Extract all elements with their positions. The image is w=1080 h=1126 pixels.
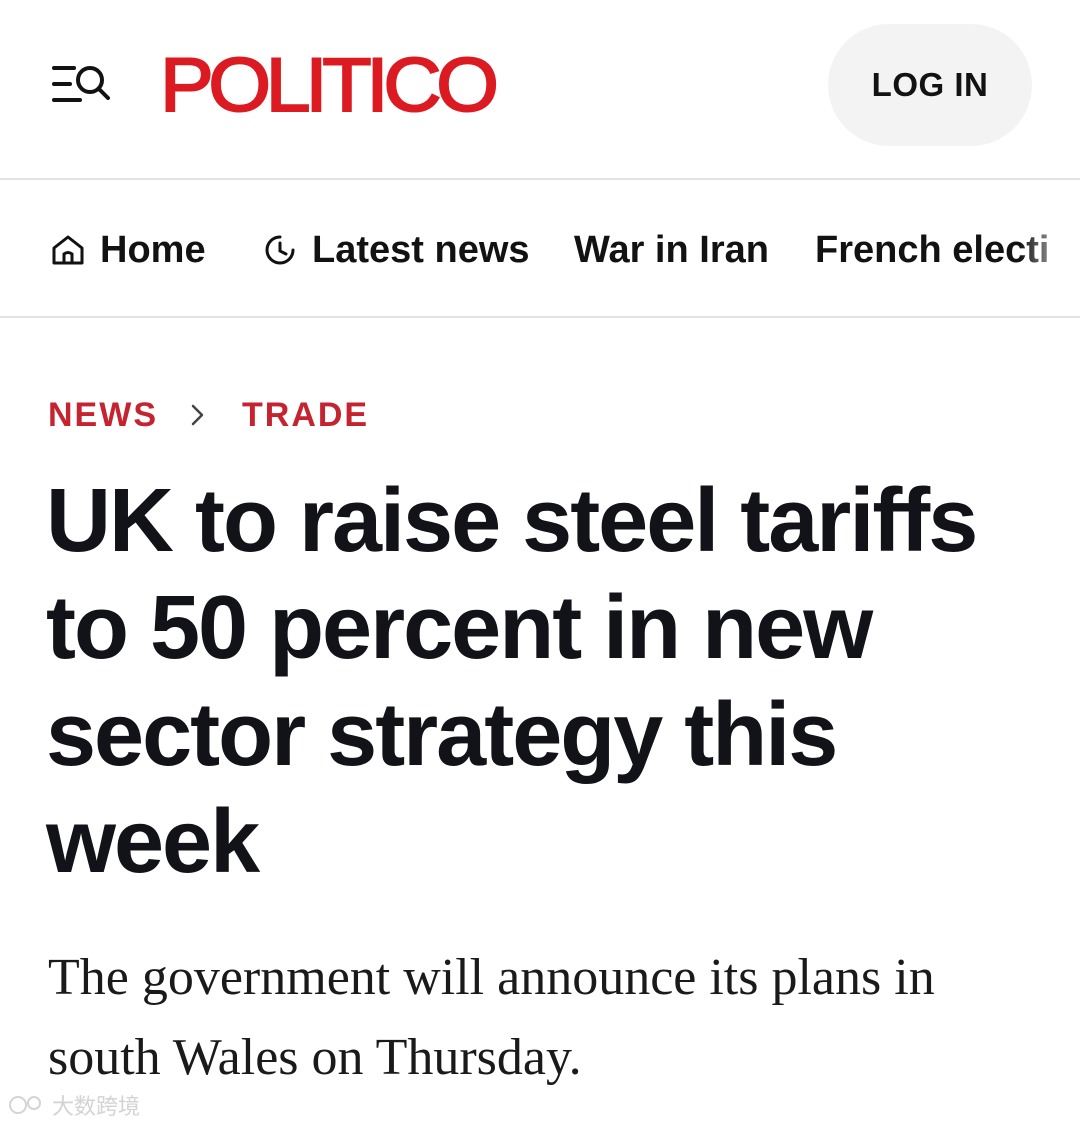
login-button[interactable]: LOG IN — [828, 24, 1032, 146]
nav-item-label: Latest news — [312, 228, 530, 271]
article-headline: UK to raise steel tariffs to 50 percent … — [46, 471, 978, 892]
article-dek: The government will announce its plans i… — [48, 949, 935, 1086]
nav-item-label: Home — [100, 228, 206, 271]
breadcrumb-trade[interactable]: TRADE — [242, 396, 369, 435]
menu-search-button[interactable] — [50, 60, 114, 108]
watermark-logo-icon — [9, 1096, 41, 1114]
breadcrumb: NEWS TRADE — [48, 392, 369, 438]
watermark-text: 大数跨境 — [52, 1094, 141, 1119]
chevron-right-icon — [190, 403, 206, 427]
menu-search-icon — [52, 66, 110, 102]
breadcrumb-news[interactable]: NEWS — [48, 396, 158, 435]
site-header: POLITICO LOG IN — [0, 0, 1080, 180]
clock-icon — [265, 235, 295, 265]
politico-logo[interactable]: POLITICO — [159, 45, 500, 127]
watermark: 大数跨境 — [8, 1090, 140, 1120]
nav-scroll-fade — [1020, 182, 1080, 316]
section-nav: Home Latest news War in Iran French elec… — [0, 182, 1080, 318]
nav-item-latest-news[interactable]: Latest news — [262, 182, 530, 316]
nav-item-label: French electi — [815, 228, 1050, 271]
nav-item-war-in-iran[interactable]: War in Iran — [574, 182, 769, 316]
nav-item-home[interactable]: Home — [50, 182, 206, 316]
page: POLITICO LOG IN Home Latest news War in … — [0, 0, 1080, 1126]
nav-item-label: War in Iran — [574, 228, 769, 271]
home-icon — [52, 235, 84, 265]
nav-item-french-elections[interactable]: French electi — [815, 182, 1050, 316]
